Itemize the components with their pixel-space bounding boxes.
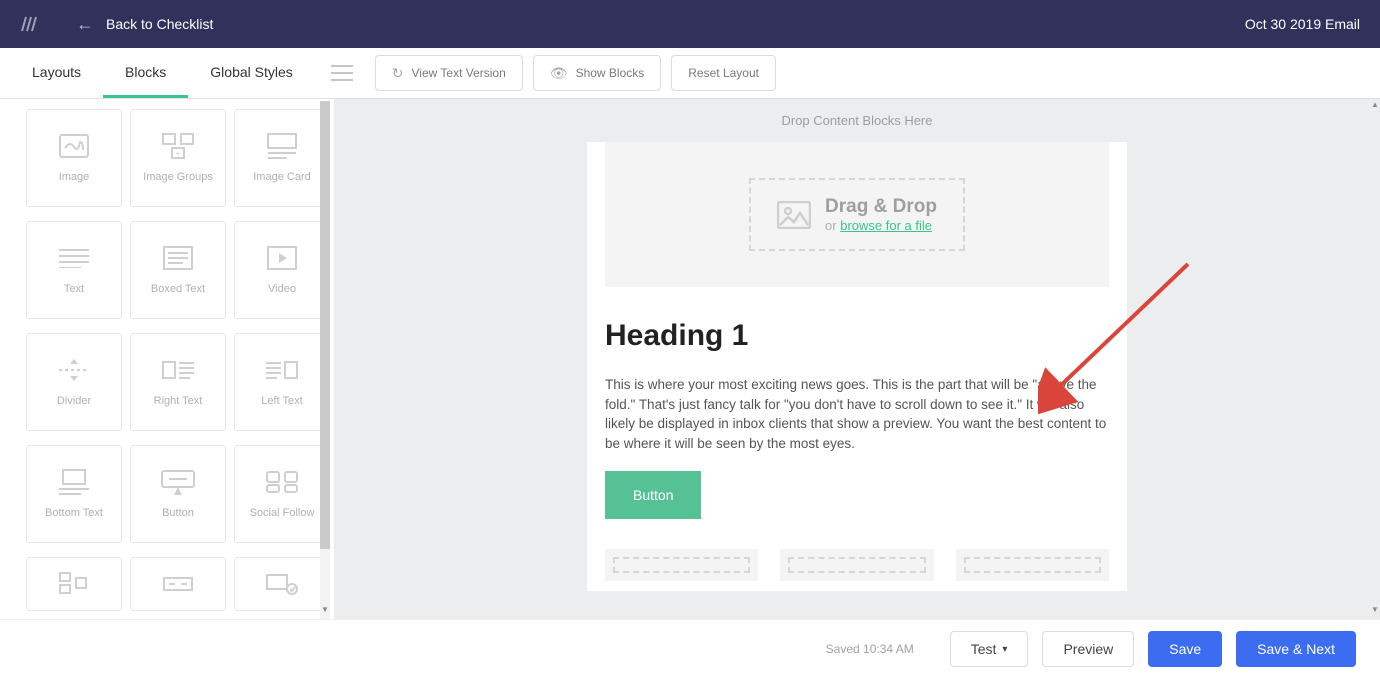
tabs: Layouts Blocks Global Styles xyxy=(10,48,315,98)
test-button[interactable]: Test ▾ xyxy=(950,631,1029,667)
view-text-label: View Text Version xyxy=(412,66,506,80)
save-button[interactable]: Save xyxy=(1148,631,1222,667)
scroll-up-icon[interactable]: ▲ xyxy=(1371,100,1379,110)
thumbnail-placeholder[interactable] xyxy=(605,549,758,581)
right-text-icon xyxy=(161,355,195,385)
text-icon xyxy=(57,243,91,273)
content-heading[interactable]: Heading 1 xyxy=(605,319,1109,353)
saved-status: Saved 10:34 AM xyxy=(826,642,914,656)
thumbnail-placeholder[interactable] xyxy=(956,549,1109,581)
block-right-text[interactable]: Right Text xyxy=(130,333,226,431)
block-partial-3[interactable] xyxy=(234,557,330,611)
toolbar: Layouts Blocks Global Styles ↻ View Text… xyxy=(0,48,1380,99)
sidebar-scroll-thumb[interactable] xyxy=(320,101,330,549)
block-boxed-text[interactable]: Boxed Text xyxy=(130,221,226,319)
image-card-icon xyxy=(265,131,299,161)
chevron-down-icon: ▾ xyxy=(1002,644,1007,655)
hamburger-icon[interactable] xyxy=(327,58,357,88)
drop-hint: Drop Content Blocks Here xyxy=(334,99,1380,142)
page-title: Oct 30 2019 Email xyxy=(1245,16,1360,32)
scroll-down-icon[interactable]: ▼ xyxy=(1371,605,1379,615)
preview-button[interactable]: Preview xyxy=(1042,631,1134,667)
svg-text:+: + xyxy=(176,149,181,158)
video-icon xyxy=(265,243,299,273)
browse-link[interactable]: browse for a file xyxy=(840,218,932,233)
divider-icon xyxy=(57,355,91,385)
blocks-sidebar: Image + Image Groups Image Card Text xyxy=(0,99,334,619)
tab-blocks[interactable]: Blocks xyxy=(103,48,188,98)
drag-drop-title: Drag & Drop xyxy=(825,196,937,218)
sidebar-scrollbar[interactable]: ▲ ▼ xyxy=(320,101,330,619)
eye-off-icon: 👁 xyxy=(550,65,568,82)
block-partial-2[interactable] xyxy=(130,557,226,611)
block-video[interactable]: Video xyxy=(234,221,330,319)
block-social-follow[interactable]: Social Follow xyxy=(234,445,330,543)
footer-bar: Saved 10:34 AM Test ▾ Preview Save Save … xyxy=(0,619,1380,678)
save-next-button[interactable]: Save & Next xyxy=(1236,631,1356,667)
button-icon xyxy=(161,467,195,497)
image-drop-area[interactable]: Drag & Drop or browse for a file xyxy=(605,142,1109,287)
browse-line: or browse for a file xyxy=(825,218,937,233)
thumbnail-row xyxy=(587,539,1127,591)
block-image[interactable]: Image xyxy=(26,109,122,207)
cta-button[interactable]: Button xyxy=(605,471,701,519)
back-label: Back to Checklist xyxy=(106,16,213,32)
content-paragraph[interactable]: This is where your most exciting news go… xyxy=(605,375,1109,453)
block-partial-1[interactable] xyxy=(26,557,122,611)
reset-layout-button[interactable]: Reset Layout xyxy=(671,55,776,91)
thumbnail-placeholder[interactable] xyxy=(780,549,933,581)
reset-layout-label: Reset Layout xyxy=(688,66,759,80)
back-button[interactable]: ← Back to Checklist xyxy=(76,14,213,35)
block-bottom-text[interactable]: Bottom Text xyxy=(26,445,122,543)
tab-global-styles[interactable]: Global Styles xyxy=(188,48,314,98)
app-header: ← Back to Checklist Oct 30 2019 Email xyxy=(0,0,1380,48)
block-button[interactable]: Button xyxy=(130,445,226,543)
email-canvas[interactable]: Drop Content Blocks Here Drag & Drop or … xyxy=(334,99,1380,619)
block-image-groups[interactable]: + Image Groups xyxy=(130,109,226,207)
block-image-card[interactable]: Image Card xyxy=(234,109,330,207)
refresh-icon: ↻ xyxy=(392,65,404,82)
view-text-version-button[interactable]: ↻ View Text Version xyxy=(375,55,523,91)
picture-placeholder-icon xyxy=(777,201,811,229)
tab-layouts[interactable]: Layouts xyxy=(10,48,103,98)
show-blocks-label: Show Blocks xyxy=(576,66,645,80)
canvas-scrollbar[interactable]: ▲ ▼ xyxy=(1371,101,1379,619)
social-follow-icon xyxy=(265,467,299,497)
arrow-left-icon: ← xyxy=(76,14,94,35)
main-area: Image + Image Groups Image Card Text xyxy=(0,99,1380,619)
logo-icon xyxy=(20,15,38,33)
image-icon xyxy=(57,131,91,161)
block-left-text[interactable]: Left Text xyxy=(234,333,330,431)
block-text[interactable]: Text xyxy=(26,221,122,319)
show-blocks-button[interactable]: 👁 Show Blocks xyxy=(533,55,661,91)
boxed-text-icon xyxy=(161,243,195,273)
image-groups-icon: + xyxy=(161,131,195,161)
bottom-text-icon xyxy=(57,467,91,497)
email-card: Drag & Drop or browse for a file Heading… xyxy=(587,142,1127,591)
left-text-icon xyxy=(265,355,299,385)
scroll-down-icon[interactable]: ▼ xyxy=(320,605,330,615)
block-divider[interactable]: Divider xyxy=(26,333,122,431)
